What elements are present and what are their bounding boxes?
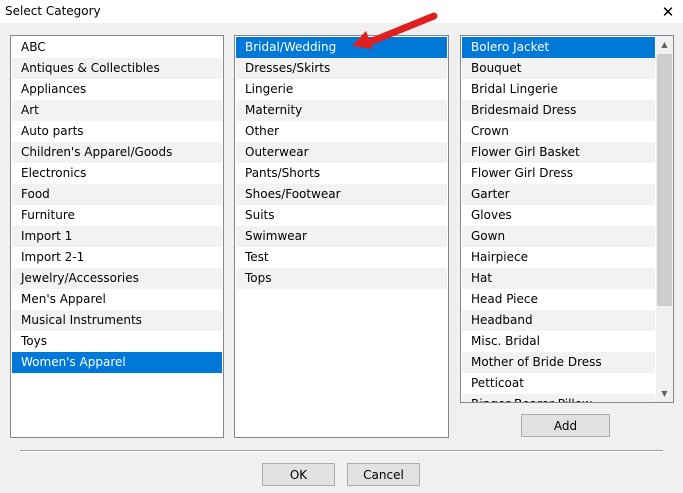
- category-list-item[interactable]: Import 2-1: [12, 247, 222, 268]
- scrollbar-thumb[interactable]: [657, 54, 672, 306]
- item-list-item[interactable]: Bouquet: [462, 58, 655, 79]
- category-list-item[interactable]: Food: [12, 184, 222, 205]
- category-list-item[interactable]: Antiques & Collectibles: [12, 58, 222, 79]
- item-list-item[interactable]: Bolero Jacket: [462, 37, 655, 58]
- subcategory-list-items: Bridal/Wedding Dresses/Skirts Lingerie Mate…: [236, 37, 447, 289]
- subcategory-list-item[interactable]: Pants/Shorts: [236, 163, 447, 184]
- category-list-item[interactable]: Toys: [12, 331, 222, 352]
- category-list-item[interactable]: Electronics: [12, 163, 222, 184]
- category-list-items: ABC Antiques & Collectibles Appliances Art A…: [12, 37, 222, 373]
- subcategory-list-item[interactable]: Test: [236, 247, 447, 268]
- category-list-item[interactable]: Men's Apparel: [12, 289, 222, 310]
- item-list-item[interactable]: Bridesmaid Dress: [462, 100, 655, 121]
- category-list[interactable]: ABC Antiques & Collectibles Appliances Art A…: [10, 35, 224, 438]
- scroll-up-icon[interactable]: ▲: [656, 36, 673, 53]
- cancel-button[interactable]: Cancel: [347, 463, 420, 486]
- item-list-item[interactable]: Headband: [462, 310, 655, 331]
- subcategory-list-item[interactable]: Tops: [236, 268, 447, 289]
- item-list-item[interactable]: Bridal Lingerie: [462, 79, 655, 100]
- add-button[interactable]: Add: [521, 414, 610, 437]
- item-list-item[interactable]: Gloves: [462, 205, 655, 226]
- category-list-item[interactable]: Import 1: [12, 226, 222, 247]
- subcategory-list-item[interactable]: Other: [236, 121, 447, 142]
- subcategory-list-item[interactable]: Lingerie: [236, 79, 447, 100]
- subcategory-list-item[interactable]: Swimwear: [236, 226, 447, 247]
- subcategory-list-item[interactable]: Outerwear: [236, 142, 447, 163]
- ok-button[interactable]: OK: [262, 463, 335, 486]
- subcategory-list-item[interactable]: Bridal/Wedding: [236, 37, 447, 58]
- close-button[interactable]: ✕: [653, 0, 683, 23]
- item-list-item[interactable]: Flower Girl Dress: [462, 163, 655, 184]
- item-list-item[interactable]: Hat: [462, 268, 655, 289]
- item-list-item[interactable]: Ringer Bearer Pillow: [462, 394, 655, 402]
- subcategory-list-item[interactable]: Shoes/Footwear: [236, 184, 447, 205]
- category-list-item[interactable]: Furniture: [12, 205, 222, 226]
- window-title: Select Category: [5, 4, 101, 18]
- title-bar: Select Category ✕: [0, 0, 683, 23]
- scroll-down-icon[interactable]: ▼: [656, 385, 673, 402]
- subcategory-list-item[interactable]: Suits: [236, 205, 447, 226]
- item-list-item[interactable]: Petticoat: [462, 373, 655, 394]
- category-list-item[interactable]: Appliances: [12, 79, 222, 100]
- category-list-item[interactable]: Children's Apparel/Goods: [12, 142, 222, 163]
- category-list-item[interactable]: Jewelry/Accessories: [12, 268, 222, 289]
- item-list-item[interactable]: Hairpiece: [462, 247, 655, 268]
- item-list-items: Bolero Jacket Bouquet Bridal Lingerie Bride…: [462, 37, 655, 402]
- subcategory-list-item[interactable]: Maternity: [236, 100, 447, 121]
- separator: [20, 450, 663, 452]
- category-list-item[interactable]: Women's Apparel: [12, 352, 222, 373]
- item-list-item[interactable]: Head Piece: [462, 289, 655, 310]
- item-list-scrollbar[interactable]: ▲ ▼: [656, 36, 673, 402]
- category-list-item[interactable]: Art: [12, 100, 222, 121]
- category-list-item[interactable]: Musical Instruments: [12, 310, 222, 331]
- category-list-item[interactable]: Auto parts: [12, 121, 222, 142]
- item-list-item[interactable]: Garter: [462, 184, 655, 205]
- close-icon: ✕: [661, 2, 675, 21]
- category-list-item[interactable]: ABC: [12, 37, 222, 58]
- subcategory-list-item[interactable]: Dresses/Skirts: [236, 58, 447, 79]
- item-list-item[interactable]: Gown: [462, 226, 655, 247]
- item-list-item[interactable]: Flower Girl Basket: [462, 142, 655, 163]
- item-list-item[interactable]: Misc. Bridal: [462, 331, 655, 352]
- item-list-item[interactable]: Crown: [462, 121, 655, 142]
- item-list-item[interactable]: Mother of Bride Dress: [462, 352, 655, 373]
- item-list[interactable]: Bolero Jacket Bouquet Bridal Lingerie Bride…: [460, 35, 674, 403]
- subcategory-list[interactable]: Bridal/Wedding Dresses/Skirts Lingerie Mate…: [234, 35, 449, 438]
